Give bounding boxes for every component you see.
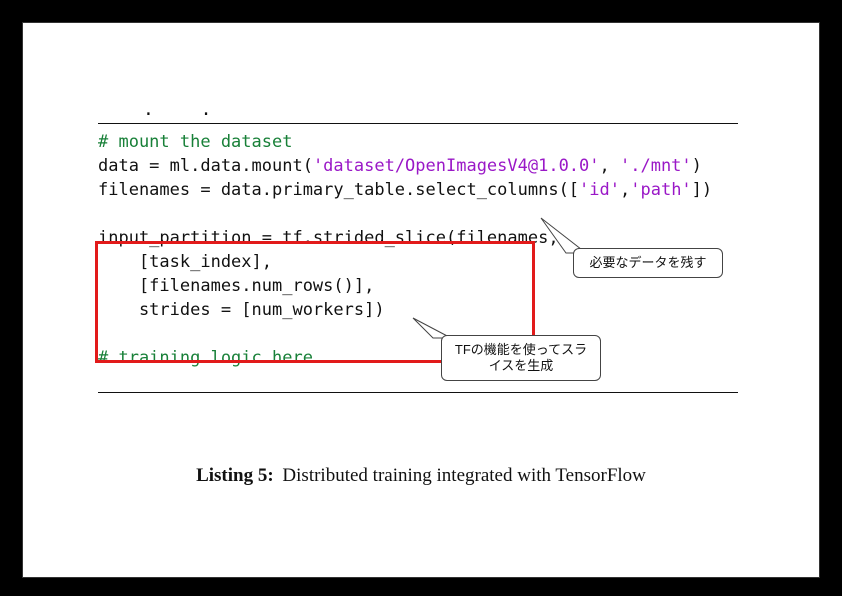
code-line: strides = [num_workers])	[98, 300, 385, 320]
code-line: [task_index],	[98, 252, 272, 272]
caption-text: Distributed training integrated with Ten…	[278, 465, 646, 486]
code-line: input_partition = tf.strided_slice(filen…	[98, 228, 559, 248]
code-comment: # mount the dataset	[98, 132, 292, 152]
callout-tf-slice: TFの機能を使ってスラ イスを生成	[441, 335, 601, 381]
code-line: data = ml.data.mount('dataset/OpenImages…	[98, 156, 702, 176]
truncated-text-dots: . .	[143, 99, 230, 120]
rule-bottom	[98, 392, 738, 393]
listing-caption: Listing 5: Distributed training integrat…	[23, 465, 819, 487]
code-line: filenames = data.primary_table.select_co…	[98, 180, 712, 200]
page: . . # mount the dataset data = ml.data.m…	[22, 22, 820, 578]
callout-line: イスを生成	[489, 358, 554, 373]
callout-keep-data: 必要なデータを残す	[573, 248, 723, 278]
caption-label: Listing 5:	[196, 465, 274, 486]
callout-line: TFの機能を使ってスラ	[455, 342, 587, 357]
code-comment: # training logic here ...	[98, 348, 354, 368]
rule-top	[98, 123, 738, 124]
code-line: [filenames.num_rows()],	[98, 276, 374, 296]
